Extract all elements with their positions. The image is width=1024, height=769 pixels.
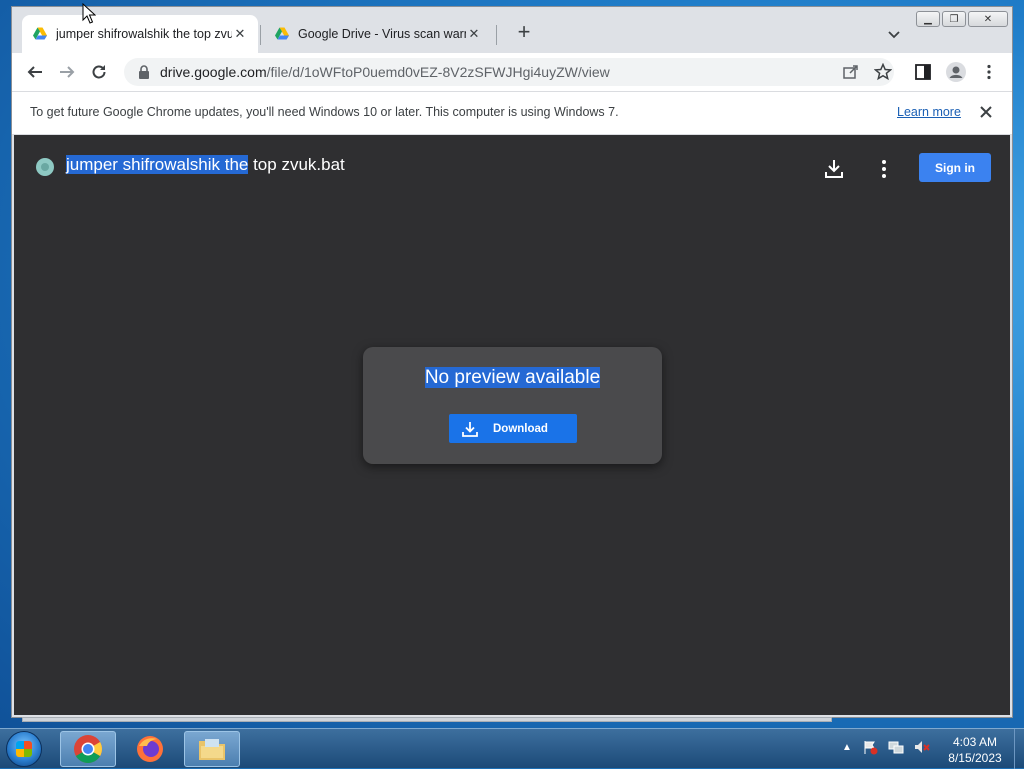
address-bar[interactable]: drive.google.com/file/d/1oWFtoP0uemd0vEZ…	[124, 58, 894, 86]
network-icon[interactable]	[888, 739, 904, 755]
taskbar-chrome[interactable]	[60, 731, 116, 767]
more-vertical-icon	[987, 64, 991, 80]
chrome-window: jumper shifrowalshik the top zvuk ✕ Goog…	[11, 6, 1013, 718]
reload-icon	[92, 65, 106, 79]
infobar-message: To get future Google Chrome updates, you…	[30, 105, 619, 119]
chrome-menu-button[interactable]	[978, 61, 1000, 83]
profile-button[interactable]	[945, 61, 967, 83]
back-button[interactable]	[24, 61, 46, 83]
profile-avatar-icon	[946, 62, 966, 82]
taskbar-explorer[interactable]	[184, 731, 240, 767]
file-name-selected: jumper shifrowalshik the	[66, 155, 249, 174]
volume-muted-icon[interactable]	[914, 739, 930, 755]
share-button[interactable]	[840, 61, 862, 83]
file-type-icon	[36, 158, 54, 176]
close-icon	[980, 106, 992, 118]
forward-button[interactable]	[56, 61, 78, 83]
show-hidden-icons-icon[interactable]: ▲	[842, 742, 852, 753]
tab-virus-scan-warning[interactable]: Google Drive - Virus scan warning ✕	[264, 15, 492, 53]
mouse-cursor-icon	[82, 3, 96, 24]
no-preview-card: No preview available Download	[363, 347, 662, 464]
drive-file-header: jumper shifrowalshik the top zvuk.bat Si…	[14, 135, 1010, 195]
firefox-icon	[137, 736, 163, 762]
clock-time: 4:03 AM	[952, 735, 998, 749]
no-preview-text: No preview available	[424, 367, 601, 388]
download-label: Download	[493, 422, 548, 435]
bookmark-button[interactable]	[872, 61, 894, 83]
minimize-button[interactable]: ▁	[916, 11, 940, 27]
url-host: drive.google.com	[160, 64, 267, 80]
tab-title: jumper shifrowalshik the top zvuk	[56, 27, 232, 41]
clock-date: 8/15/2023	[948, 751, 1002, 765]
forward-arrow-icon	[60, 66, 75, 78]
restore-button[interactable]: ❐	[942, 11, 966, 27]
download-icon	[462, 421, 478, 437]
side-panel-icon	[915, 64, 931, 80]
tab-strip: jumper shifrowalshik the top zvuk ✕ Goog…	[12, 7, 1012, 53]
tab-separator	[496, 25, 497, 45]
share-icon	[843, 65, 858, 79]
back-arrow-icon	[27, 66, 42, 78]
update-infobar: To get future Google Chrome updates, you…	[12, 91, 1012, 135]
sign-in-button[interactable]: Sign in	[919, 153, 991, 182]
url-text: drive.google.com/file/d/1oWFtoP0uemd0vEZ…	[160, 64, 610, 80]
header-download-icon[interactable]	[822, 157, 846, 181]
taskbar-firefox[interactable]	[122, 731, 178, 767]
horizontal-scrollbar[interactable]	[22, 717, 832, 722]
tab-separator	[260, 25, 261, 45]
folder-icon	[199, 739, 225, 760]
side-panel-button[interactable]	[912, 61, 934, 83]
tab-close-icon[interactable]: ✕	[466, 26, 482, 42]
tab-close-icon[interactable]: ✕	[232, 26, 248, 42]
infobar-close-button[interactable]	[976, 102, 996, 122]
action-center-flag-icon[interactable]	[862, 739, 878, 755]
no-preview-message: No preview available	[363, 367, 662, 389]
lock-icon	[139, 65, 149, 79]
star-icon	[874, 63, 892, 81]
windows-taskbar: ▲ 4:03 AM 8/15/2023	[0, 728, 1024, 769]
window-controls: ▁ ❐ ✕	[916, 11, 1008, 27]
drive-viewer: jumper shifrowalshik the top zvuk.bat Si…	[14, 135, 1010, 715]
file-name: jumper shifrowalshik the top zvuk.bat	[66, 155, 345, 175]
browser-toolbar: drive.google.com/file/d/1oWFtoP0uemd0vEZ…	[12, 53, 1012, 91]
google-drive-icon	[275, 27, 289, 40]
window-close-button[interactable]: ✕	[968, 11, 1008, 27]
file-name-rest: top zvuk.bat	[248, 155, 345, 174]
google-drive-icon	[33, 27, 47, 40]
system-tray: ▲	[842, 739, 930, 755]
show-desktop-button[interactable]	[1014, 729, 1024, 769]
url-path: /file/d/1oWFtoP0uemd0vEZ-8V2zSFWJHgi4uyZ…	[266, 64, 610, 80]
tab-title: Google Drive - Virus scan warning	[298, 27, 466, 41]
chrome-icon	[74, 735, 102, 763]
new-tab-button[interactable]: +	[512, 21, 536, 45]
learn-more-link[interactable]: Learn more	[897, 105, 961, 119]
system-clock[interactable]: 4:03 AM 8/15/2023	[940, 734, 1010, 766]
reload-button[interactable]	[88, 61, 110, 83]
tab-drive-file[interactable]: jumper shifrowalshik the top zvuk ✕	[22, 15, 258, 53]
more-options-icon[interactable]	[872, 157, 896, 181]
tab-search-chevron-icon[interactable]	[884, 25, 904, 45]
download-button[interactable]: Download	[449, 414, 577, 443]
start-button[interactable]	[6, 731, 42, 767]
